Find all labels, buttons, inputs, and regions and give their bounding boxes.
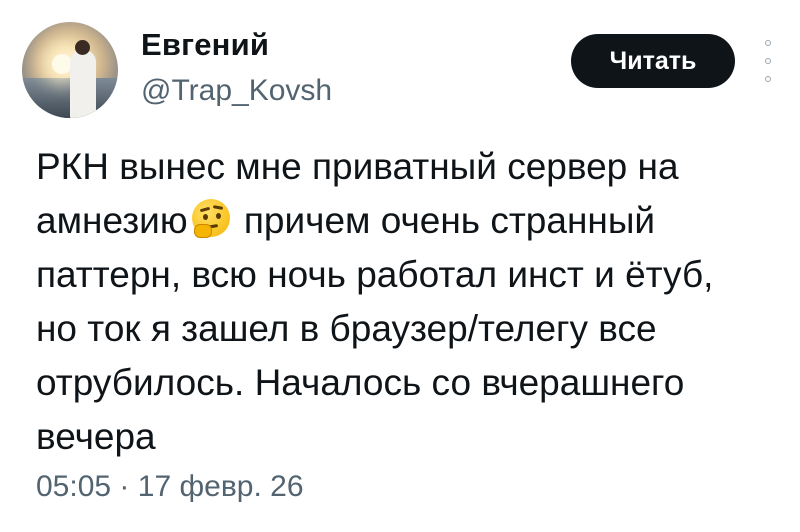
tweet-card: Евгений @Trap_Kovsh Читать РКН вынес мне… <box>0 0 800 532</box>
tweet-line: РКН вынес мне приватный сервер на <box>36 146 679 187</box>
avatar[interactable] <box>22 22 118 118</box>
tweet-time[interactable]: 05:05 <box>36 470 111 503</box>
tweet-line: но ток я зашел в браузер/телегу все <box>36 308 657 349</box>
tweet-line-part: причем очень странный <box>233 200 656 241</box>
avatar-sun <box>52 54 72 74</box>
author-handle[interactable]: @Trap_Kovsh <box>141 74 332 108</box>
tweet-line: амнезию причем очень странный <box>36 194 776 248</box>
tweet-line: вечера <box>36 416 156 457</box>
follow-button[interactable]: Читать <box>571 34 735 88</box>
avatar-person <box>70 50 96 118</box>
more-vertical-icon[interactable] <box>763 40 773 82</box>
more-dot <box>765 58 771 64</box>
meta-separator: · <box>119 470 130 503</box>
tweet-text: РКН вынес мне приватный сервер на амнези… <box>36 140 776 464</box>
avatar-head <box>75 40 90 55</box>
more-dot <box>765 40 771 46</box>
thinking-face-emoji <box>190 198 232 240</box>
tweet-line: паттерн, всю ночь работал инст и ётуб, <box>36 254 714 295</box>
tweet-line: отрубилось. Началось со вчерашнего <box>36 362 685 403</box>
tweet-line-part: амнезию <box>36 200 188 241</box>
tweet-date[interactable]: 17 февр. 26 <box>138 470 304 503</box>
author-name[interactable]: Евгений <box>141 27 269 63</box>
more-dot <box>765 76 771 82</box>
tweet-meta: 05:05 · 17 февр. 26 <box>36 470 304 504</box>
